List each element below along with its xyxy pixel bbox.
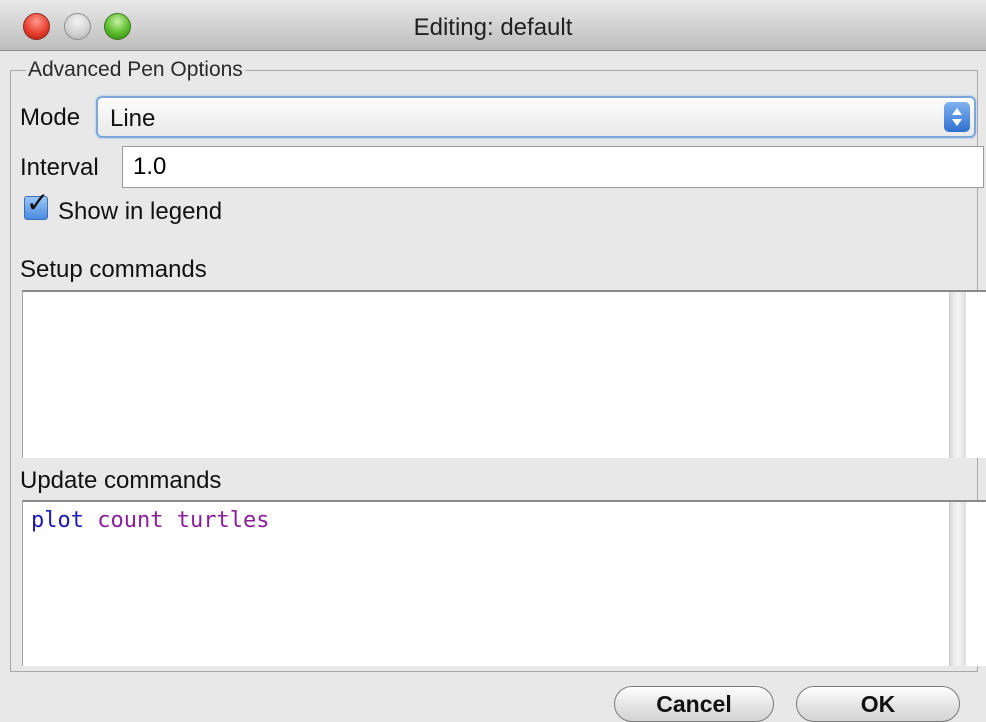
ok-button[interactable]: OK — [796, 686, 960, 722]
code-token-plot: plot — [31, 508, 84, 533]
setup-commands-label: Setup commands — [20, 256, 207, 283]
show-in-legend-label[interactable]: Show in legend — [58, 198, 222, 226]
mode-select[interactable]: Line — [96, 96, 976, 138]
checkmark-icon: ✓ — [26, 187, 50, 218]
code-token-turtles: turtles — [176, 508, 270, 533]
interval-label: Interval — [20, 154, 99, 181]
setup-scrollbar[interactable] — [949, 292, 966, 458]
mode-select-value: Line — [110, 105, 156, 132]
title-bar: Editing: default — [0, 0, 986, 51]
setup-commands-editor[interactable] — [22, 290, 986, 458]
update-commands-label: Update commands — [20, 467, 222, 494]
update-commands-editor[interactable]: plot count turtles — [22, 500, 986, 666]
interval-input[interactable] — [122, 146, 984, 188]
group-title: Advanced Pen Options — [26, 58, 245, 82]
up-down-arrows-icon — [944, 102, 970, 132]
window-title: Editing: default — [413, 14, 573, 41]
update-scrollbar[interactable] — [949, 502, 966, 666]
mode-label: Mode — [20, 104, 81, 131]
code-token-count: count — [97, 508, 164, 533]
show-in-legend-checkbox[interactable]: ✓ — [24, 189, 49, 220]
update-commands-code: plot count turtles — [31, 508, 269, 533]
cancel-button[interactable]: Cancel — [614, 686, 774, 722]
